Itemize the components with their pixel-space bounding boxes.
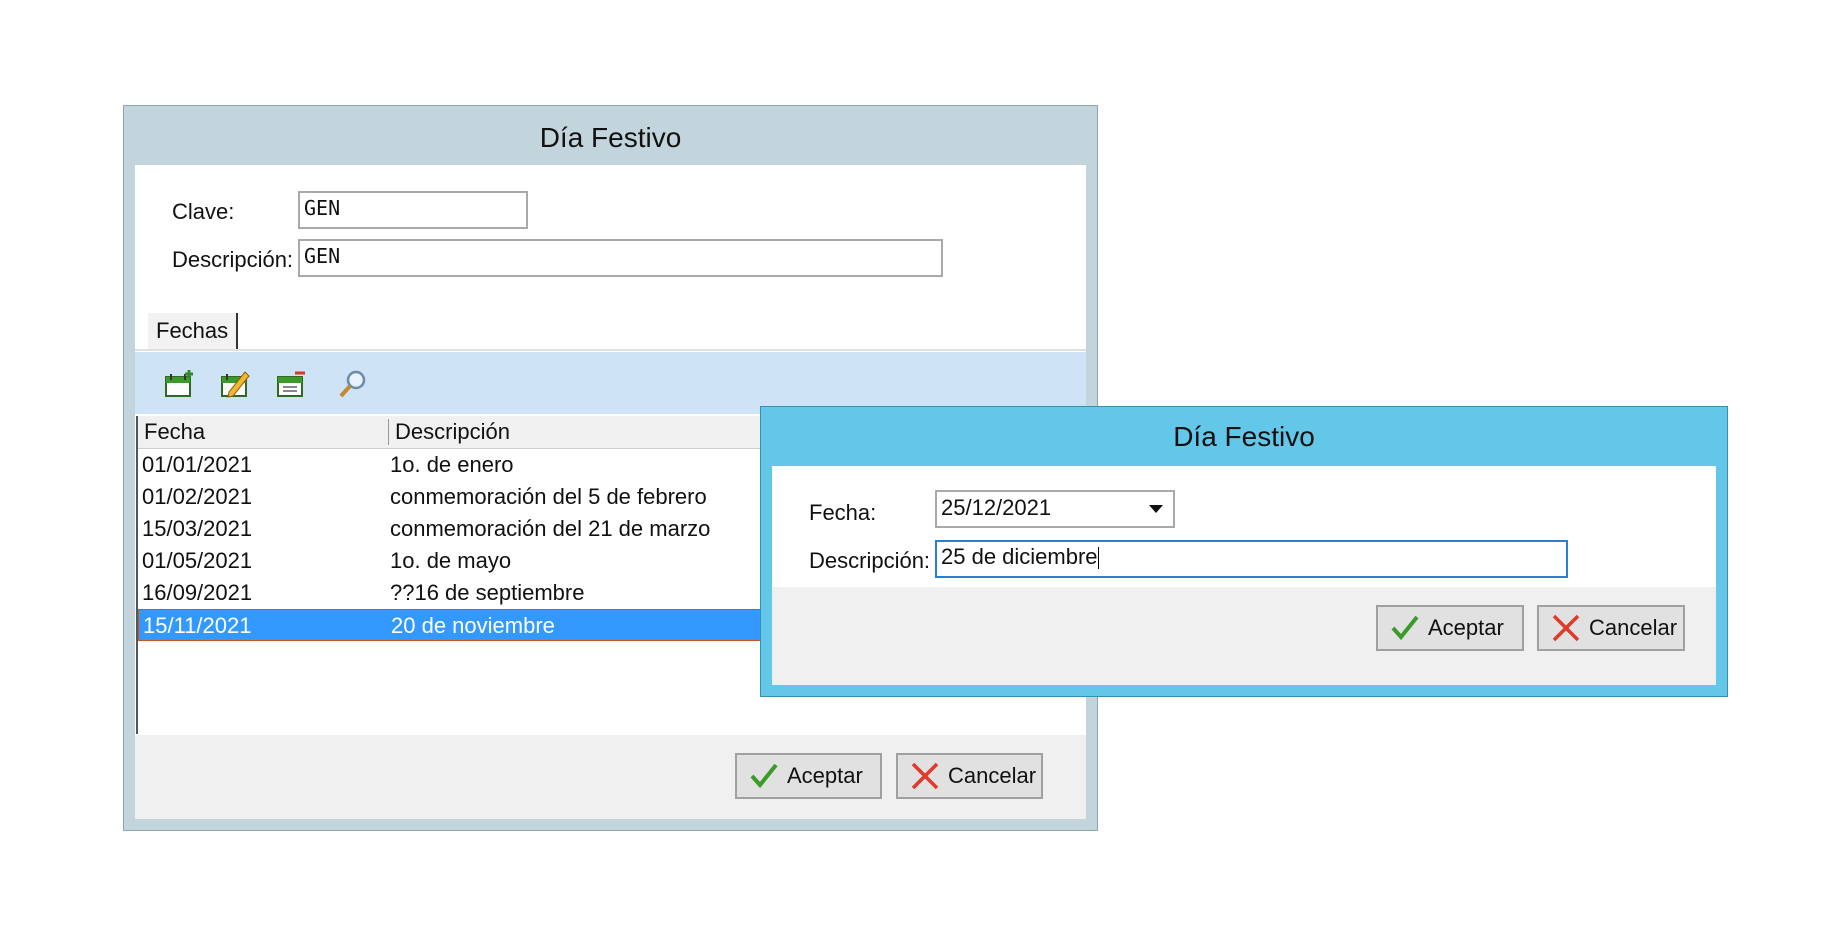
cell-descripcion: conmemoración del 5 de febrero	[390, 484, 707, 509]
cell-fecha: 15/11/2021	[143, 613, 252, 638]
cancel-label: Cancelar	[948, 763, 1037, 788]
dialog-descripcion-field[interactable]: 25 de diciembre	[935, 540, 1568, 578]
accept-button[interactable]: Aceptar	[735, 753, 882, 799]
close-icon	[1552, 614, 1580, 642]
dialog-footer: Aceptar Cancelar	[772, 587, 1716, 685]
cell-descripcion: 1o. de mayo	[390, 548, 512, 573]
cell-fecha: 01/05/2021	[142, 548, 253, 573]
dialog-cancel-label: Cancelar	[1589, 615, 1678, 640]
cancel-button[interactable]: Cancelar	[896, 753, 1043, 799]
column-header-descripcion[interactable]: Descripción	[389, 416, 510, 448]
cell-descripcion: ??16 de septiembre	[390, 580, 585, 605]
toolbar	[135, 352, 1086, 414]
dialog-client: Fecha: 25/12/2021 Descripción: 25 de dic…	[772, 466, 1716, 685]
clave-field[interactable]: GEN	[298, 191, 528, 229]
search-icon[interactable]	[337, 368, 369, 400]
cell-fecha: 16/09/2021	[142, 580, 253, 605]
clave-label: Clave:	[172, 199, 235, 224]
fecha-combo[interactable]: 25/12/2021	[935, 490, 1175, 528]
cell-fecha: 01/01/2021	[142, 452, 253, 477]
dialog-cancel-button[interactable]: Cancelar	[1537, 605, 1685, 651]
descripcion-field[interactable]: GEN	[298, 239, 943, 277]
descripcion-label: Descripción:	[172, 247, 294, 272]
fecha-value: 25/12/2021	[941, 495, 1052, 520]
delete-calendar-icon[interactable]	[275, 368, 307, 400]
chevron-down-icon[interactable]	[1139, 492, 1173, 526]
dialog-accept-label: Aceptar	[1428, 615, 1504, 640]
cell-descripcion: 1o. de enero	[390, 452, 514, 477]
column-header-fecha[interactable]: Fecha	[138, 416, 205, 448]
add-calendar-icon[interactable]	[163, 368, 195, 400]
cell-descripcion: 20 de noviembre	[391, 613, 555, 638]
tab-fechas[interactable]: Fechas	[148, 313, 239, 349]
dialog-descripcion-value: 25 de diciembre	[941, 544, 1098, 569]
fecha-dialog: Día Festivo Fecha: 25/12/2021 Descripció…	[760, 406, 1728, 697]
cell-descripcion: conmemoración del 21 de marzo	[390, 516, 711, 541]
fecha-label: Fecha:	[809, 500, 877, 525]
main-window-title: Día Festivo	[539, 122, 682, 153]
dialog-accept-button[interactable]: Aceptar	[1376, 605, 1524, 651]
cell-fecha: 01/02/2021	[142, 484, 253, 509]
accept-label: Aceptar	[787, 763, 863, 788]
tab-divider	[135, 349, 1086, 351]
text-cursor	[1097, 547, 1099, 570]
dialog-descripcion-label: Descripción:	[809, 548, 931, 573]
check-icon	[1391, 615, 1419, 641]
close-icon	[911, 762, 939, 790]
edit-calendar-icon[interactable]	[219, 368, 251, 400]
main-footer: Aceptar Cancelar	[135, 735, 1086, 819]
dialog-title: Día Festivo	[1173, 421, 1315, 452]
cell-fecha: 15/03/2021	[142, 516, 253, 541]
check-icon	[750, 763, 778, 789]
